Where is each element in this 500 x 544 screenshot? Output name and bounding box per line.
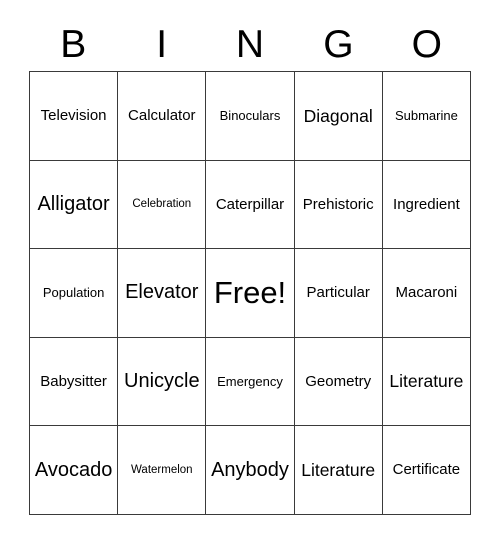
bingo-cell-r4c3[interactable]: Emergency [206,337,295,427]
bingo-cell-r3c1[interactable]: Population [30,249,119,338]
bingo-cell-label: Babysitter [40,372,107,390]
bingo-cell-label: Certificate [392,461,461,479]
bingo-cell-label: Geometry [305,372,372,390]
bingo-cell-r2c3[interactable]: Caterpillar [206,160,295,250]
bingo-cell-label: Diagonal [303,105,373,126]
bingo-cell-r3c4[interactable]: Particular [294,249,383,338]
bingo-cell-r4c5[interactable]: Literature [382,337,471,427]
bingo-cell-label: Avocado [34,458,113,481]
bingo-cell-label: Macaroni [395,284,458,302]
bingo-header: B I N G O [29,18,471,70]
bingo-cell-r3c2[interactable]: Elevator [118,249,207,338]
bingo-cell-label: Emergency [217,373,283,389]
bingo-cell-r5c5[interactable]: Certificate [382,426,471,515]
bingo-grid: Television Calculator Binoculars Diagona… [29,71,471,515]
header-letter-g: G [323,22,354,66]
bingo-cell-r5c3[interactable]: Anybody [206,426,295,515]
bingo-cell-label: Population [42,285,105,301]
bingo-cell-r1c3[interactable]: Binoculars [206,72,295,161]
header-letter-b: B [60,22,87,66]
bingo-cell-r2c2[interactable]: Celebration [118,160,207,250]
bingo-cell-label: Literature [389,371,464,392]
bingo-cell-r5c2[interactable]: Watermelon [118,426,207,515]
bingo-cell-r2c1[interactable]: Alligator [30,160,119,250]
bingo-cell-r1c5[interactable]: Submarine [382,72,471,161]
bingo-cell-r1c2[interactable]: Calculator [118,72,207,161]
bingo-cell-r4c2[interactable]: Unicycle [118,337,207,427]
bingo-cell-label: Literature [301,460,376,480]
bingo-cell-r5c1[interactable]: Avocado [30,426,119,515]
bingo-cell-label: Television [40,106,107,124]
bingo-cell-label: Anybody [211,458,289,481]
header-letter-i: I [156,22,168,66]
bingo-free-label: Free! [213,274,287,310]
bingo-cell-r1c4[interactable]: Diagonal [294,72,383,161]
bingo-cell-label: Celebration [132,198,192,211]
bingo-card: B I N G O Television Calculator Binocula… [0,0,500,544]
bingo-cell-label: Particular [306,284,370,302]
header-letter-o: O [411,22,442,66]
bingo-cell-free-space[interactable]: Free! [206,249,295,338]
bingo-cell-label: Calculator [128,106,196,124]
bingo-cell-label: Watermelon [131,464,193,477]
bingo-cell-label: Caterpillar [215,195,285,213]
bingo-cell-r3c5[interactable]: Macaroni [382,249,471,338]
bingo-cell-label: Alligator [37,192,110,215]
bingo-cell-label: Unicycle [124,370,200,393]
bingo-cell-r2c5[interactable]: Ingredient [382,160,471,250]
bingo-cell-r4c4[interactable]: Geometry [294,337,383,427]
bingo-cell-label: Binoculars [219,107,281,123]
bingo-cell-label: Submarine [394,107,458,123]
bingo-cell-r5c4[interactable]: Literature [294,426,383,515]
bingo-cell-label: Ingredient [393,195,460,213]
bingo-cell-label: Prehistoric [302,195,374,213]
bingo-cell-r1c1[interactable]: Television [30,72,119,161]
bingo-cell-label: Elevator [125,281,199,304]
bingo-cell-r4c1[interactable]: Babysitter [30,337,119,427]
bingo-cell-r2c4[interactable]: Prehistoric [294,160,383,250]
header-letter-n: N [235,22,265,66]
